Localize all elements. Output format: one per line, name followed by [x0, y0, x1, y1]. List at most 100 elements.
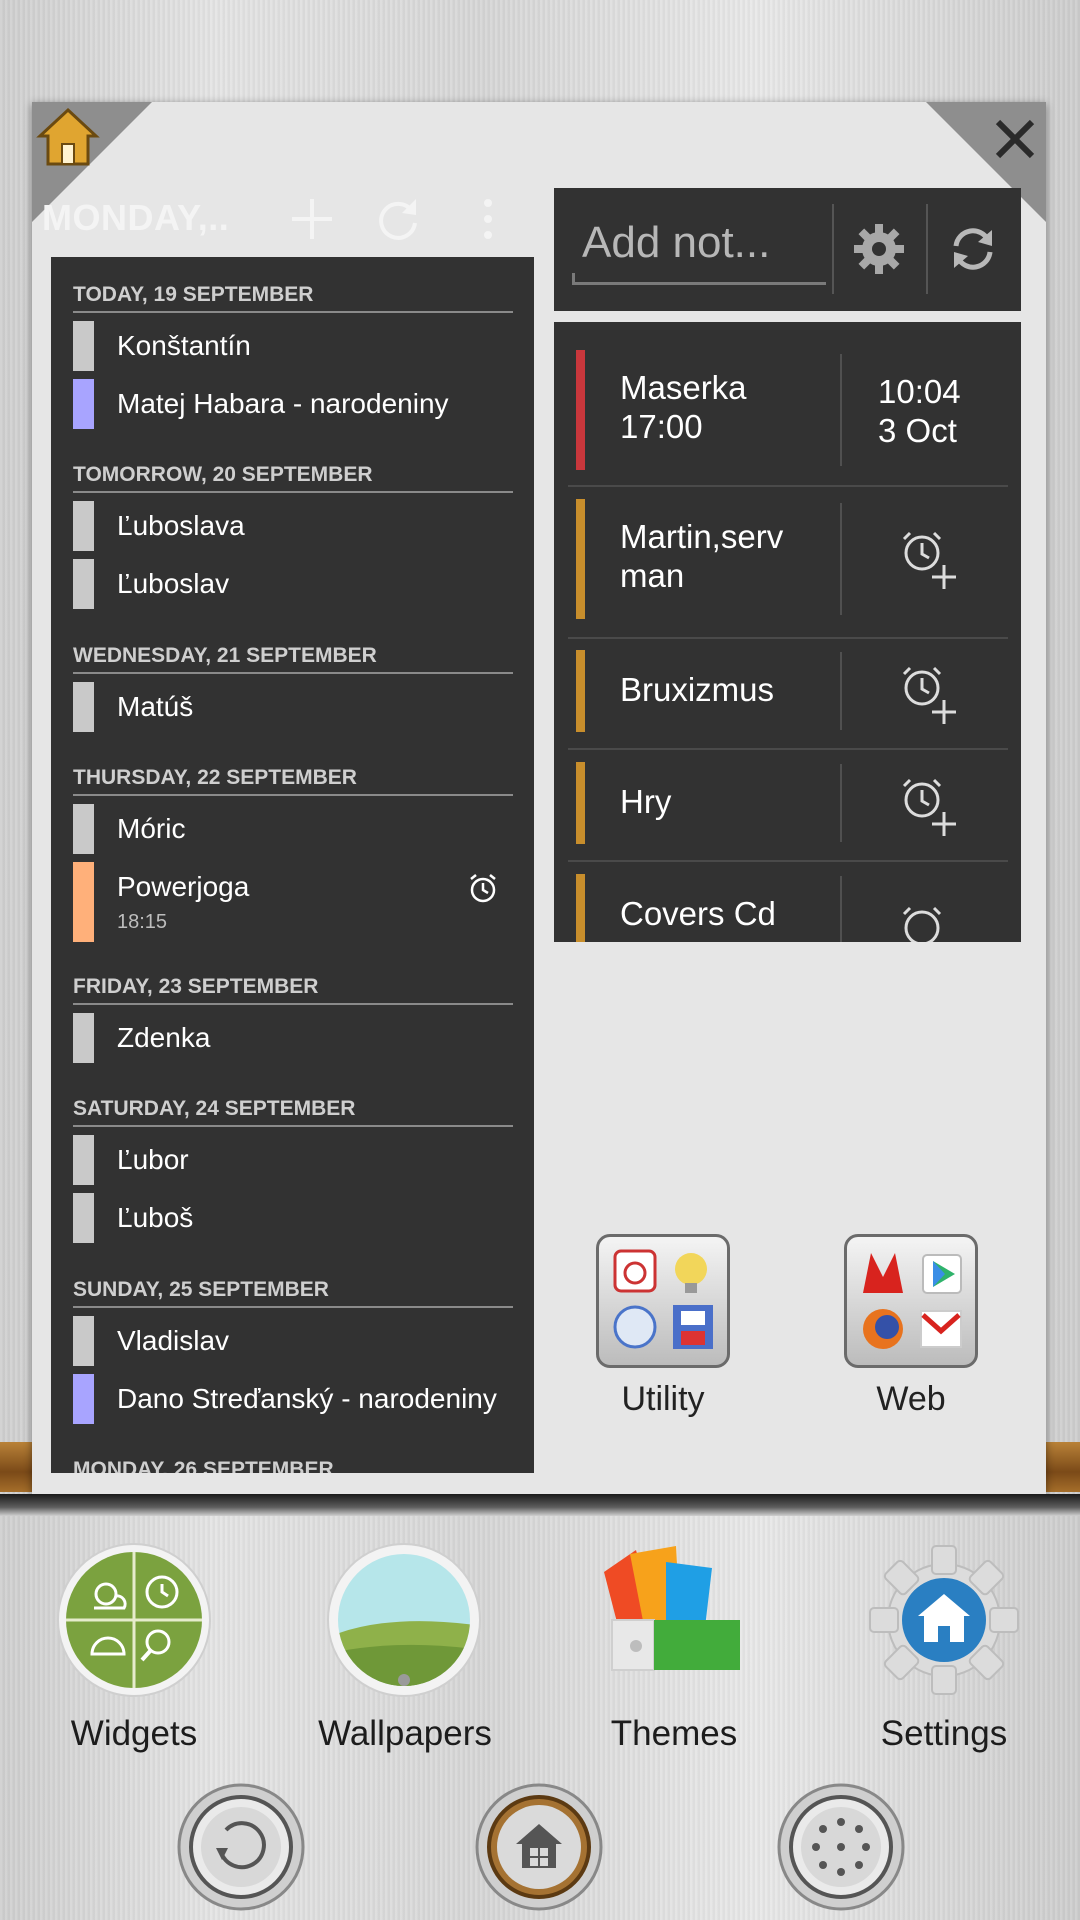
event-time: 18:15 — [117, 911, 168, 933]
note-separator — [568, 748, 1008, 750]
close-icon[interactable] — [990, 114, 1040, 164]
event-color-bar — [73, 379, 94, 429]
note-accent-bar — [576, 762, 585, 844]
event-color-bar — [73, 1316, 94, 1366]
utility-folder-contents-icon — [613, 1249, 713, 1349]
alarm-add-icon[interactable] — [896, 662, 960, 726]
event-row[interactable]: Ľuboš — [73, 1193, 513, 1243]
note-item[interactable]: Maserka 17:00 10:04 3 Oct — [568, 350, 1008, 487]
note-title-line1: Maserka — [620, 369, 747, 406]
note-title-line1: Martin,serv — [620, 518, 784, 555]
home-button-icon[interactable] — [474, 1782, 604, 1912]
note-item[interactable]: Martin,serv man — [568, 499, 1008, 639]
note-item[interactable]: Hry — [568, 762, 1008, 862]
note-divider — [840, 764, 842, 842]
web-folder-icon[interactable] — [844, 1234, 978, 1368]
event-row[interactable]: Matúš — [73, 682, 513, 732]
widgets-label[interactable]: Widgets — [24, 1714, 244, 1754]
event-row[interactable]: Powerjoga 18:15 — [73, 862, 513, 942]
day-header: SATURDAY, 24 SEPTEMBER — [73, 1097, 513, 1127]
event-row[interactable]: Zdenka — [73, 1013, 513, 1063]
toolbar-divider — [832, 204, 834, 294]
event-color-bar — [73, 321, 94, 371]
overflow-menu-icon[interactable] — [462, 193, 514, 245]
day-header: TOMORROW, 20 SEPTEMBER — [73, 463, 513, 493]
wood-trim-right — [1046, 1442, 1080, 1492]
themes-label[interactable]: Themes — [564, 1714, 784, 1754]
utility-folder-icon[interactable] — [596, 1234, 730, 1368]
event-row[interactable]: Ľuboslav — [73, 559, 513, 609]
day-header: FRIDAY, 23 SEPTEMBER — [73, 975, 513, 1005]
wallpapers-label[interactable]: Wallpapers — [295, 1714, 515, 1754]
note-divider — [840, 652, 842, 730]
web-folder-contents-icon — [863, 1253, 962, 1349]
home-icon[interactable] — [34, 104, 102, 172]
event-color-bar — [73, 501, 94, 551]
sync-icon[interactable] — [944, 220, 1002, 278]
event-row[interactable]: Matej Habara - narodeniny — [73, 379, 513, 429]
event-title: Ľuboslav — [117, 568, 230, 599]
event-color-bar — [73, 804, 94, 854]
day-header: WEDNESDAY, 21 SEPTEMBER — [73, 644, 513, 674]
note-separator — [568, 637, 1008, 639]
event-row[interactable]: Móric — [73, 804, 513, 854]
back-button-icon[interactable] — [176, 1782, 306, 1912]
event-row[interactable]: Vladislav — [73, 1316, 513, 1366]
dock-divider — [0, 1494, 1080, 1516]
event-title: Matúš — [117, 691, 194, 722]
event-row[interactable]: Ľubor — [73, 1135, 513, 1185]
settings-icon[interactable] — [866, 1542, 1022, 1698]
note-accent-bar — [576, 874, 585, 942]
event-title: Zdenka — [117, 1022, 211, 1053]
event-row[interactable]: Ľuboslava — [73, 501, 513, 551]
note-time-line1: 10:04 — [878, 373, 961, 410]
note-item[interactable]: Bruxizmus — [568, 650, 1008, 750]
calendar-title[interactable]: MONDAY,.. — [42, 197, 229, 239]
note-divider — [840, 354, 842, 466]
notes-list[interactable]: Maserka 17:00 10:04 3 Oct Martin,serv ma… — [554, 322, 1021, 942]
event-color-bar — [73, 1135, 94, 1185]
widgets-icon[interactable] — [56, 1542, 212, 1698]
toolbar-divider — [926, 204, 928, 294]
day-header: THURSDAY, 22 SEPTEMBER — [73, 766, 513, 796]
note-separator — [568, 485, 1008, 487]
alarm-add-icon[interactable] — [896, 902, 960, 942]
event-title: Matej Habara - narodeniny — [117, 388, 449, 419]
gear-icon[interactable] — [850, 220, 908, 278]
note-divider — [840, 503, 842, 615]
alarm-add-icon[interactable] — [896, 527, 960, 591]
event-color-bar — [73, 559, 94, 609]
note-separator — [568, 860, 1008, 862]
settings-label[interactable]: Settings — [834, 1714, 1054, 1754]
note-accent-bar — [576, 650, 585, 732]
day-header: TODAY, 19 SEPTEMBER — [73, 283, 513, 313]
calendar-header: MONDAY,.. — [42, 185, 512, 255]
note-title-line2: 17:00 — [620, 408, 703, 445]
event-color-bar — [73, 1013, 94, 1063]
wallpapers-icon[interactable] — [326, 1542, 482, 1698]
event-title: Ľuboš — [117, 1202, 194, 1233]
add-note-input[interactable]: Add not... — [572, 218, 826, 285]
event-row[interactable]: Dano Streďanský - narodeniny — [73, 1374, 513, 1424]
event-title: Dano Streďanský - narodeniny — [117, 1383, 497, 1414]
themes-icon[interactable] — [596, 1542, 752, 1698]
web-folder-label[interactable]: Web — [811, 1380, 1011, 1419]
notes-toolbar: Add not... — [554, 188, 1021, 311]
alarm-icon — [470, 874, 496, 903]
note-title-line1: Covers Cd — [620, 895, 776, 932]
app-drawer-button-icon[interactable] — [776, 1782, 906, 1912]
alarm-add-icon[interactable] — [896, 774, 960, 838]
wood-trim-left — [0, 1442, 32, 1492]
event-color-bar — [73, 1374, 94, 1424]
note-item[interactable]: Covers Cd — [568, 874, 1008, 942]
calendar-agenda-list[interactable]: TODAY, 19 SEPTEMBER Konštantín Matej Hab… — [51, 257, 534, 1473]
day-header: MONDAY, 26 SEPTEMBER — [73, 1458, 513, 1473]
event-title: Vladislav — [117, 1325, 230, 1356]
day-header: SUNDAY, 25 SEPTEMBER — [73, 1278, 513, 1308]
event-row[interactable]: Konštantín — [73, 321, 513, 371]
add-event-icon[interactable] — [286, 193, 338, 245]
note-title-line1: Bruxizmus — [620, 671, 775, 708]
refresh-icon[interactable] — [372, 193, 424, 245]
utility-folder-label[interactable]: Utility — [563, 1380, 763, 1419]
event-title: Ľuboslava — [117, 510, 245, 541]
